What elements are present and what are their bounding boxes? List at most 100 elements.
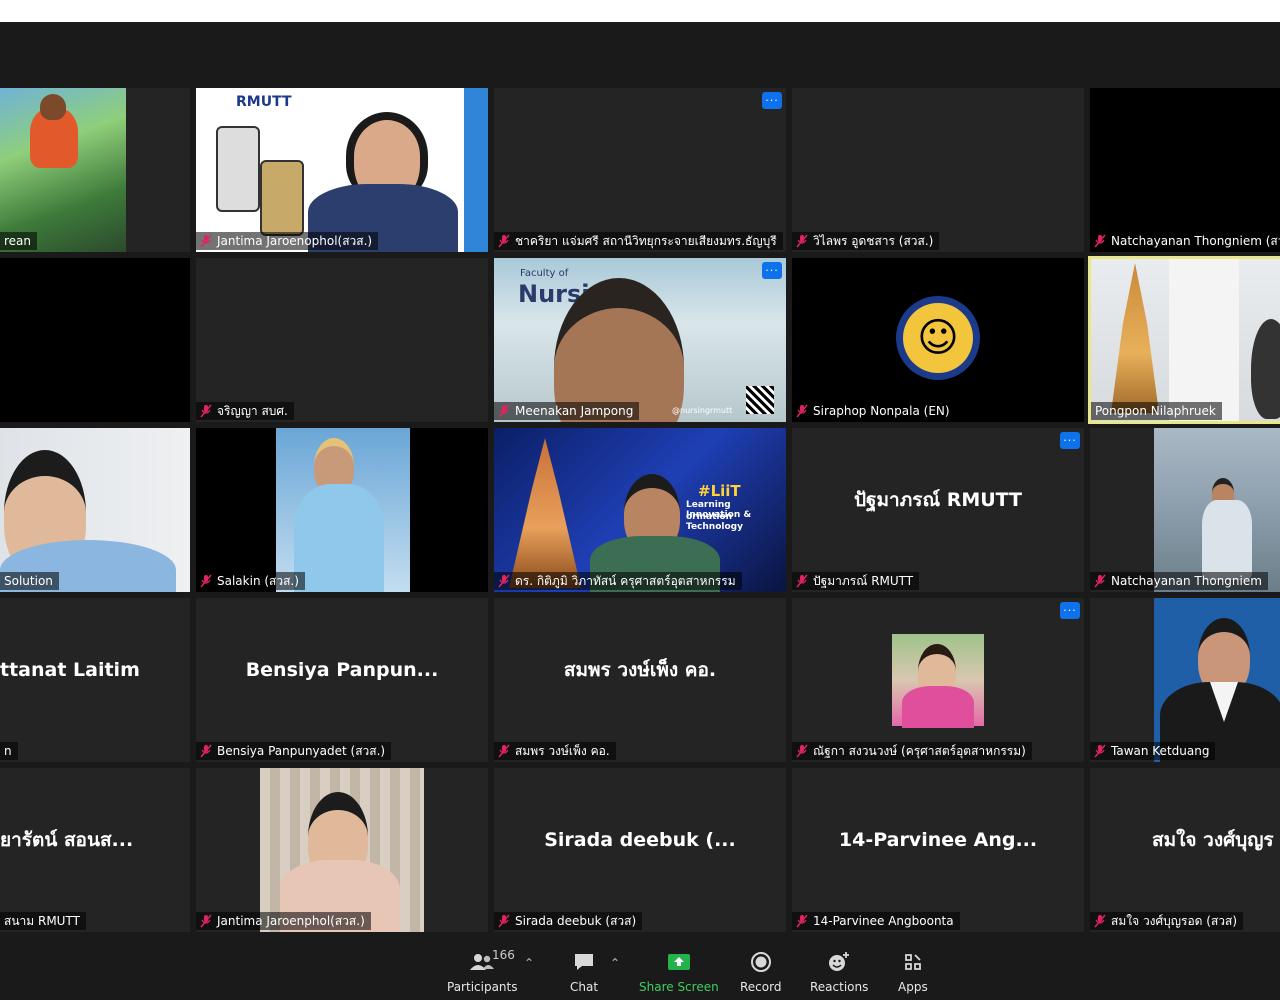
participant-tile[interactable]: 14-Parvinee Ang... 14-Parvinee Angboonta xyxy=(792,768,1084,932)
mic-muted-icon xyxy=(200,234,212,248)
participant-tile[interactable]: Bensiya Panpun... Bensiya Panpunyadet (ส… xyxy=(196,598,488,762)
apps-label: Apps xyxy=(898,980,928,994)
apps-button[interactable]: Apps xyxy=(898,950,928,994)
top-white-bar xyxy=(0,0,1280,22)
participants-caret-icon[interactable]: ⌃ xyxy=(524,956,534,970)
more-options-icon[interactable]: ··· xyxy=(762,262,782,279)
participant-tile[interactable]: Tawan Ketduang xyxy=(1090,598,1280,762)
participant-name: ชาคริยา แจ่มศรี สถานีวิทยุกระจายเสียงมทร… xyxy=(515,233,777,248)
participant-tile[interactable]: Sirada deebuk (... Sirada deebuk (สวส) xyxy=(494,768,786,932)
participant-tile[interactable]: Faculty of Nursi @nursingrmutt ··· Meena… xyxy=(494,258,786,422)
reactions-label: Reactions xyxy=(810,980,869,994)
participant-name-label: จริญญา สบศ. xyxy=(196,402,294,420)
participant-name-label: ณัฐกา สงวนวงษ์ (ครุศาสตร์อุตสาหกรรม) xyxy=(792,742,1032,760)
participant-tile[interactable]: ยารัตน์ สอนส... สนาม RMUTT xyxy=(0,768,190,932)
chat-label: Chat xyxy=(570,980,599,994)
participant-video xyxy=(1154,598,1280,762)
participant-tile[interactable]: Salakin (สวส.) xyxy=(196,428,488,592)
participant-tile[interactable]: rean xyxy=(0,88,190,252)
participant-name-label: ชาคริยา แจ่มศรี สถานีวิทยุกระจายเสียงมทร… xyxy=(494,232,783,250)
mic-muted-icon xyxy=(498,404,510,418)
participant-tile[interactable]: Natchayanan Thongniem xyxy=(1090,428,1280,592)
temple-spire xyxy=(509,438,581,588)
participant-tile[interactable]: #LiiT Learning Innovation & ormation Tec… xyxy=(494,428,786,592)
participant-video: RMUTT xyxy=(196,88,464,252)
participant-tile[interactable]: RMUTT Jantima Jaroenophol(สวส.) xyxy=(196,88,488,252)
mic-muted-icon xyxy=(200,404,212,418)
mic-muted-icon xyxy=(796,404,808,418)
participant-video xyxy=(1154,428,1280,592)
participant-display-name: ยารัตน์ สอนส... xyxy=(0,829,134,851)
participant-name: Salakin (สวส.) xyxy=(217,573,299,588)
participant-name: วิไลพร อูดชสาร (สวส.) xyxy=(813,233,934,248)
mic-muted-icon xyxy=(200,914,212,928)
reactions-button[interactable]: Reactions xyxy=(810,950,868,994)
participant-video xyxy=(0,88,126,252)
participant-tile[interactable]: ☺ Siraphop Nonpala (EN) xyxy=(792,258,1084,422)
record-icon xyxy=(750,950,772,974)
participant-tile[interactable]: สมใจ วงศ์บุญร สมใจ วงศ์บุญรอด (สวส) xyxy=(1090,768,1280,932)
mic-muted-icon xyxy=(1094,234,1106,248)
participant-video xyxy=(1091,259,1280,421)
participant-name: Jantima Jaroenphol(สวส.) xyxy=(217,913,365,928)
participant-tile[interactable]: Jantima Jaroenphol(สวส.) xyxy=(196,768,488,932)
participant-tile[interactable]: จริญญา สบศ. xyxy=(196,258,488,422)
record-label: Record xyxy=(740,980,782,994)
participant-name: Sirada deebuk (สวส) xyxy=(515,913,637,928)
meeting-toolbar: Participants 166 ⌃ Chat ⌃ Share Screen R… xyxy=(0,942,1280,1000)
share-screen-button[interactable]: Share Screen xyxy=(639,950,719,994)
participant-name: rean xyxy=(4,234,32,248)
participant-tile[interactable]: Solution xyxy=(0,428,190,592)
more-options-icon[interactable]: ··· xyxy=(1060,432,1080,449)
mic-muted-icon xyxy=(796,744,808,758)
participant-tile[interactable]: ··· ชาคริยา แจ่มศรี สถานีวิทยุกระจายเสีย… xyxy=(494,88,786,252)
participant-video xyxy=(0,428,190,592)
participant-name-label: Siraphop Nonpala (EN) xyxy=(792,402,956,420)
cartoon-avatar-icon: ☺ xyxy=(903,303,973,373)
nursing-handle-text: @nursingrmutt xyxy=(672,406,733,415)
participant-video: #LiiT Learning Innovation & ormation Tec… xyxy=(494,428,786,592)
liit-title: #LiiT xyxy=(698,482,741,500)
participant-name: Natchayanan Thongniem xyxy=(1111,574,1262,588)
participant-tile-active-speaker[interactable]: Pongpon Nilaphruek xyxy=(1088,256,1280,424)
participant-name-label: Sirada deebuk (สวส) xyxy=(494,912,643,930)
person-body xyxy=(1202,500,1252,580)
participant-name-label: สมพร วงษ์เพ็ง คอ. xyxy=(494,742,616,760)
participant-tile[interactable]: วิไลพร อูดชสาร (สวส.) xyxy=(792,88,1084,252)
participant-name-label: Jantima Jaroenphol(สวส.) xyxy=(196,912,371,930)
record-button[interactable]: Record xyxy=(740,950,781,994)
reactions-icon xyxy=(827,950,851,974)
chat-icon xyxy=(573,950,595,974)
mic-muted-icon xyxy=(796,574,808,588)
participant-name-label: Bensiya Panpunyadet (สวส.) xyxy=(196,742,392,760)
participant-name-label: 14-Parvinee Angboonta xyxy=(792,912,960,930)
mic-muted-icon xyxy=(1094,914,1106,928)
participant-tile[interactable]: สมพร วงษ์เพ็ง คอ. สมพร วงษ์เพ็ง คอ. xyxy=(494,598,786,762)
wall-stripe xyxy=(1169,259,1239,421)
participant-name-label: วิไลพร อูดชสาร (สวส.) xyxy=(792,232,940,250)
person-body xyxy=(902,686,974,728)
participant-name: Bensiya Panpunyadet (สวส.) xyxy=(217,743,386,758)
mic-muted-icon xyxy=(200,574,212,588)
phone-mockup xyxy=(260,160,304,236)
participant-tile[interactable]: Natchayanan Thongniem (สวส. xyxy=(1090,88,1280,252)
participant-name: สมใจ วงศ์บุญรอด (สวส) xyxy=(1111,913,1238,928)
participant-name-label: n xyxy=(0,742,18,760)
more-options-icon[interactable]: ··· xyxy=(762,92,782,109)
participant-tile[interactable]: ttanat Laitim n xyxy=(0,598,190,762)
chat-button[interactable]: Chat xyxy=(570,950,598,994)
rmutt-logo-text: RMUTT xyxy=(236,94,292,110)
participant-display-name: Bensiya Panpun... xyxy=(245,659,439,681)
participant-tile[interactable] xyxy=(0,258,190,422)
participant-display-name: สมใจ วงศ์บุญร xyxy=(1152,829,1274,851)
qr-code xyxy=(746,386,774,414)
participant-tile[interactable]: ปัฐมาภรณ์ RMUTT ··· ปัฐมาภรณ์ RMUTT xyxy=(792,428,1084,592)
participant-tile[interactable]: ··· ณัฐกา สงวนวงษ์ (ครุศาสตร์อุตสาหกรรม) xyxy=(792,598,1084,762)
participant-video xyxy=(260,768,424,932)
share-screen-icon xyxy=(667,950,691,974)
participant-avatar-photo xyxy=(892,634,984,728)
chat-caret-icon[interactable]: ⌃ xyxy=(610,956,620,970)
participant-name: Pongpon Nilaphruek xyxy=(1095,404,1216,418)
participant-avatar: ☺ xyxy=(896,296,980,380)
more-options-icon[interactable]: ··· xyxy=(1060,602,1080,619)
